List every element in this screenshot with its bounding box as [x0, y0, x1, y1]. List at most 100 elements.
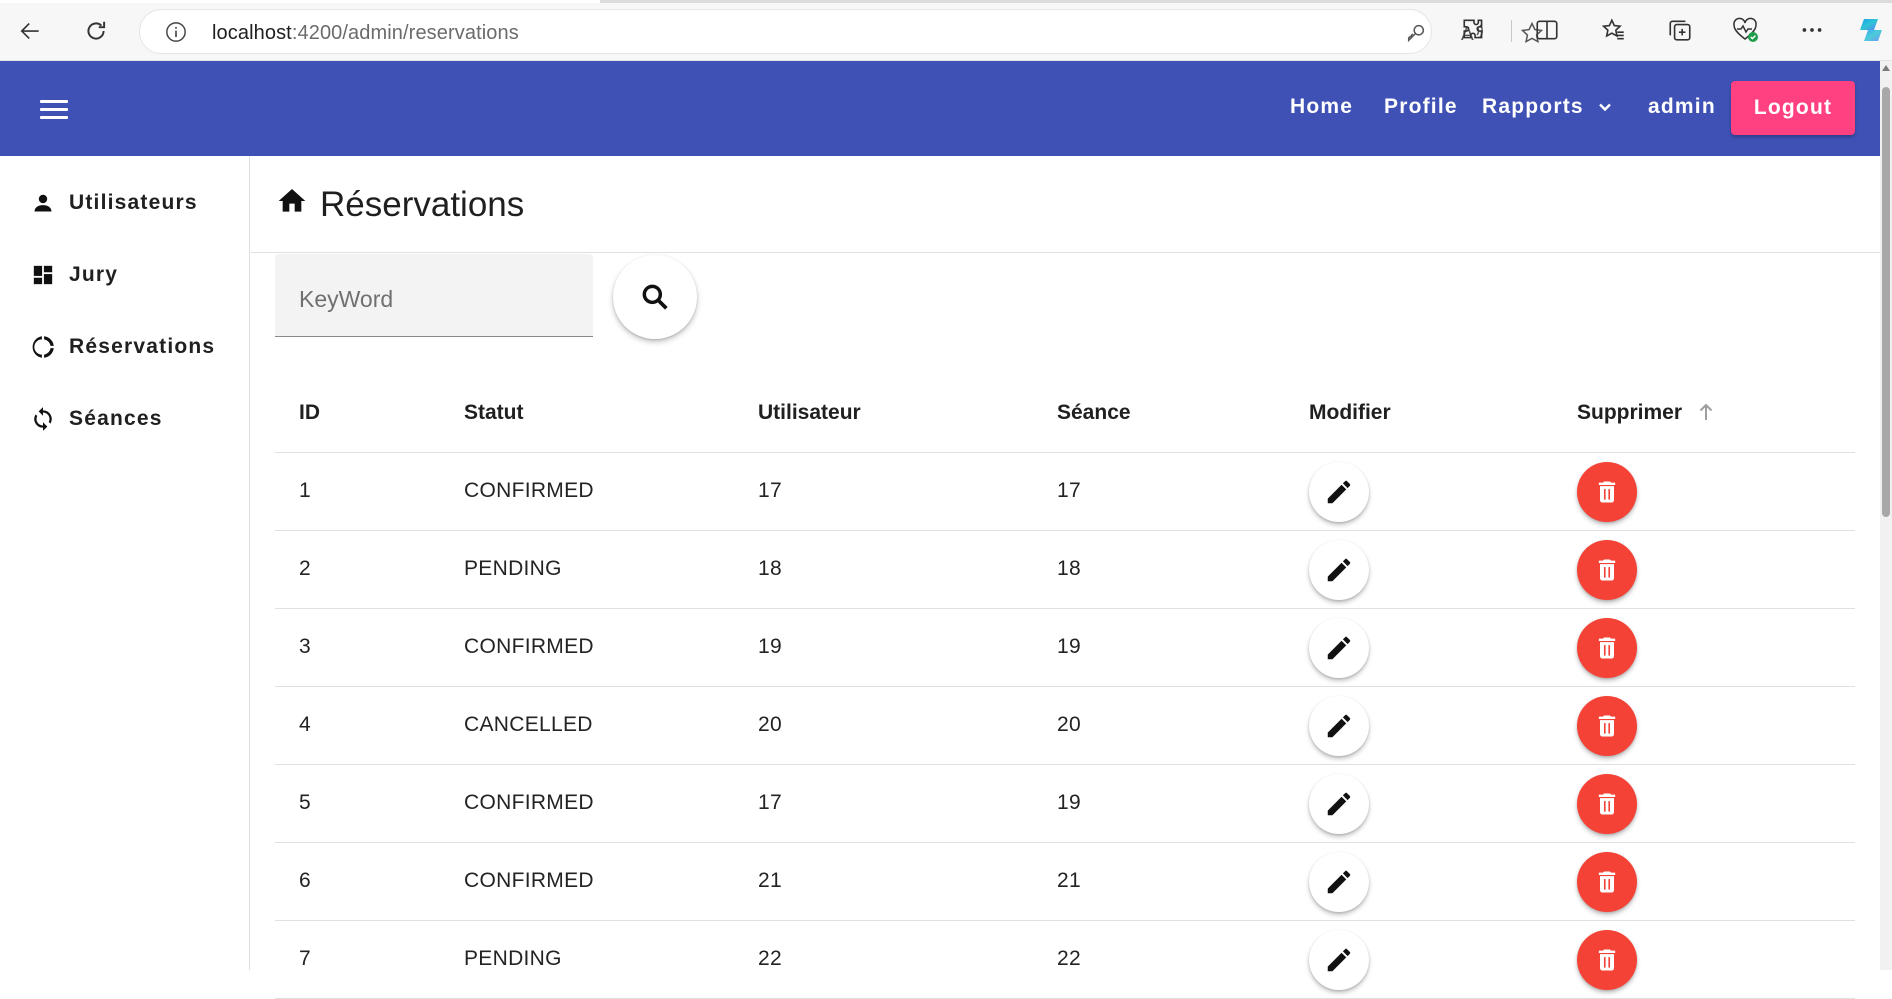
pencil-icon — [1327, 948, 1351, 972]
cell-seance: 18 — [1057, 557, 1081, 580]
delete-button[interactable] — [1577, 774, 1637, 834]
copilot-icon[interactable] — [1856, 14, 1886, 46]
search-field[interactable] — [275, 254, 593, 337]
table-header: ID Statut Utilisateur Séance Modifier Su… — [275, 375, 1855, 453]
trash-icon — [1598, 715, 1616, 737]
home-icon — [278, 189, 306, 212]
dashboard-icon — [30, 262, 56, 288]
page-title: Réservations — [320, 185, 525, 224]
scrollbar-thumb[interactable] — [1882, 87, 1890, 517]
extensions-icon[interactable] — [1458, 14, 1490, 46]
table-row: 4 CANCELLED 20 20 — [275, 687, 1855, 765]
search-button[interactable] — [613, 255, 697, 339]
nav-profile[interactable]: Profile — [1384, 95, 1458, 119]
sidebar-item-label: Utilisateurs — [69, 191, 198, 214]
table-row: 7 PENDING 22 22 — [275, 921, 1855, 999]
edit-button[interactable] — [1309, 696, 1369, 756]
reload-icon[interactable] — [77, 12, 115, 50]
cell-id: 3 — [299, 635, 311, 658]
delete-button[interactable] — [1577, 618, 1637, 678]
cell-utilisateur: 17 — [758, 791, 782, 814]
search-input[interactable] — [275, 254, 593, 336]
sync-icon — [30, 406, 56, 432]
column-header-modifier[interactable]: Modifier — [1309, 401, 1391, 425]
donut-icon — [30, 334, 56, 360]
delete-button[interactable] — [1577, 540, 1637, 600]
table-row: 1 CONFIRMED 17 17 — [275, 453, 1855, 531]
edit-button[interactable] — [1309, 930, 1369, 990]
sidebar-item-seances[interactable]: Séances — [30, 399, 163, 439]
cell-id: 7 — [299, 947, 311, 970]
cell-utilisateur: 17 — [758, 479, 782, 502]
split-screen-icon[interactable] — [1531, 14, 1563, 46]
trash-icon — [1598, 793, 1616, 815]
menu-icon[interactable] — [32, 89, 76, 129]
cell-seance: 20 — [1057, 713, 1081, 736]
password-key-icon[interactable] — [1403, 20, 1429, 46]
cell-seance: 17 — [1057, 479, 1081, 502]
table-row: 6 CONFIRMED 21 21 — [275, 843, 1855, 921]
column-header-statut[interactable]: Statut — [464, 401, 524, 425]
sidebar-item-label: Séances — [69, 407, 163, 430]
delete-button[interactable] — [1577, 930, 1637, 990]
cell-seance: 22 — [1057, 947, 1081, 970]
back-icon[interactable] — [11, 12, 49, 50]
address-bar[interactable]: localhost:4200/admin/reservations A — [139, 9, 1544, 54]
column-header-utilisateur[interactable]: Utilisateur — [758, 401, 861, 425]
collections-icon[interactable] — [1664, 14, 1696, 46]
delete-button[interactable] — [1577, 852, 1637, 912]
sidebar-item-jury[interactable]: Jury — [30, 255, 118, 295]
edit-button[interactable] — [1309, 462, 1369, 522]
edit-button[interactable] — [1309, 774, 1369, 834]
pencil-icon — [1327, 558, 1351, 582]
cell-utilisateur: 22 — [758, 947, 782, 970]
delete-button[interactable] — [1577, 696, 1637, 756]
cell-utilisateur: 20 — [758, 713, 782, 736]
sidebar-item-utilisateurs[interactable]: Utilisateurs — [30, 183, 198, 223]
more-options-icon[interactable] — [1796, 14, 1828, 46]
cell-seance: 19 — [1057, 791, 1081, 814]
column-header-supprimer[interactable]: Supprimer — [1577, 401, 1714, 425]
tab-strip — [0, 0, 1892, 3]
chevron-down-icon — [1598, 103, 1611, 112]
favorites-icon[interactable] — [1598, 14, 1630, 46]
edit-button[interactable] — [1309, 618, 1369, 678]
column-header-supprimer-label: Supprimer — [1577, 401, 1683, 424]
delete-button[interactable] — [1577, 462, 1637, 522]
pencil-icon — [1327, 480, 1351, 504]
cell-id: 1 — [299, 479, 311, 502]
nav-username[interactable]: admin — [1648, 95, 1716, 119]
logout-button[interactable]: Logout — [1731, 81, 1855, 135]
nav-rapports[interactable]: Rapports — [1482, 95, 1612, 119]
sidebar: Utilisateurs Jury Réservations Séances — [0, 156, 250, 970]
table-row: 5 CONFIRMED 17 19 — [275, 765, 1855, 843]
site-info-icon[interactable] — [165, 21, 187, 43]
edit-button[interactable] — [1309, 852, 1369, 912]
sort-arrow-up-icon[interactable] — [1698, 403, 1714, 421]
cell-statut: CONFIRMED — [464, 479, 594, 502]
reservations-table: ID Statut Utilisateur Séance Modifier Su… — [275, 375, 1855, 999]
column-header-seance[interactable]: Séance — [1057, 401, 1131, 425]
edit-button[interactable] — [1309, 540, 1369, 600]
page-scrollbar[interactable] — [1880, 61, 1892, 970]
browser-toolbar: localhost:4200/admin/reservations A — [0, 0, 1892, 61]
url-text[interactable]: localhost:4200/admin/reservations — [212, 22, 519, 45]
table-body: 1 CONFIRMED 17 17 2 PENDING 18 18 3 CONF… — [275, 453, 1855, 999]
sidebar-item-label: Réservations — [69, 335, 216, 358]
sidebar-item-reservations[interactable]: Réservations — [30, 327, 215, 367]
cell-seance: 21 — [1057, 869, 1081, 892]
app-toolbar: Home Profile Rapports admin Logout — [0, 61, 1880, 156]
cell-statut: PENDING — [464, 947, 562, 970]
table-row: 2 PENDING 18 18 — [275, 531, 1855, 609]
cell-utilisateur: 19 — [758, 635, 782, 658]
table-row: 3 CONFIRMED 19 19 — [275, 609, 1855, 687]
pencil-icon — [1327, 870, 1351, 894]
pencil-icon — [1327, 636, 1351, 660]
nav-home[interactable]: Home — [1290, 95, 1353, 119]
browser-essentials-icon[interactable] — [1730, 14, 1762, 46]
sidebar-item-label: Jury — [69, 263, 119, 286]
cell-id: 5 — [299, 791, 311, 814]
trash-icon — [1598, 637, 1616, 659]
cell-statut: CONFIRMED — [464, 869, 594, 892]
column-header-id[interactable]: ID — [299, 401, 320, 425]
